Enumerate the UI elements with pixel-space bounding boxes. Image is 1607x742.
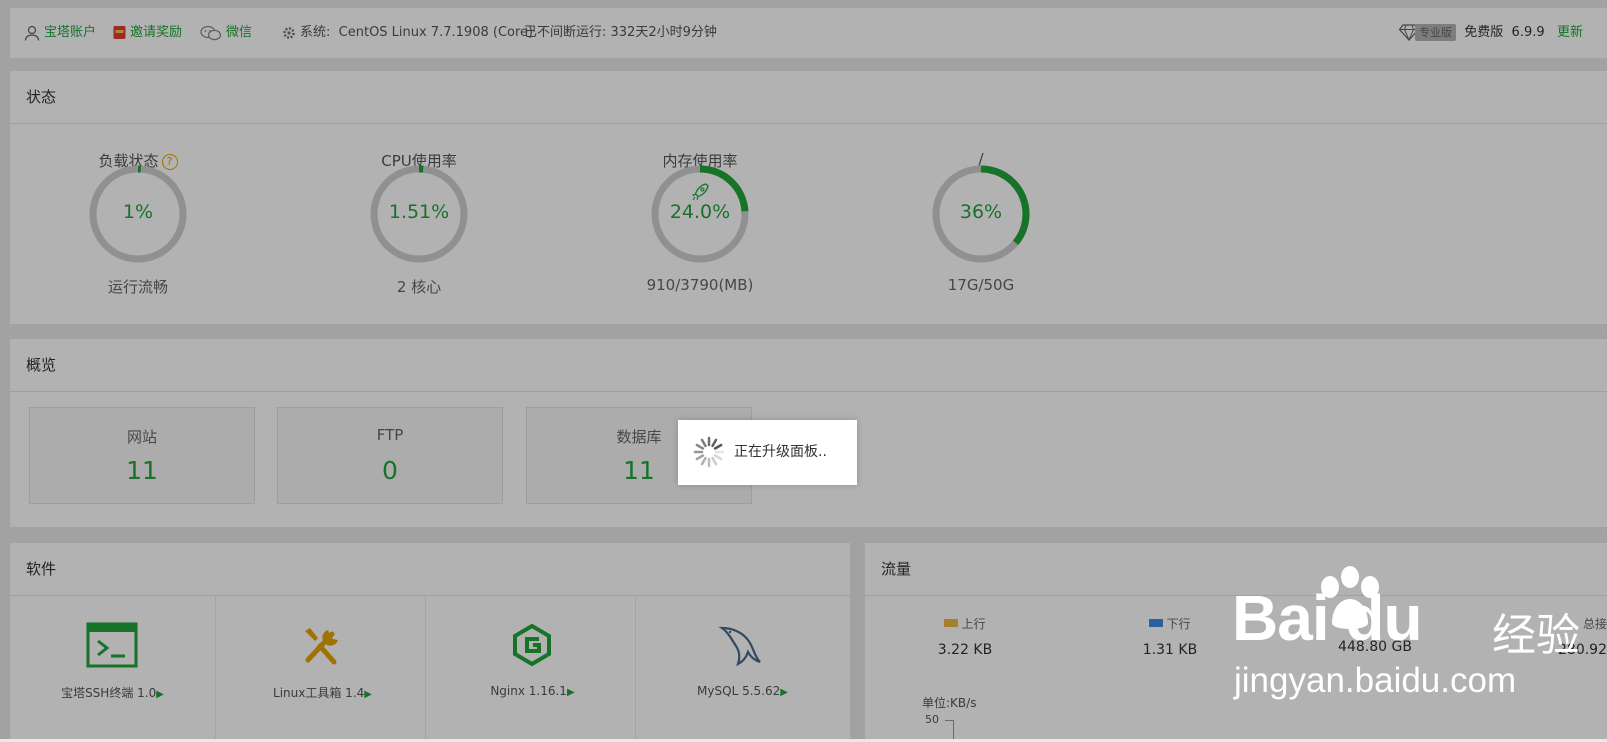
spinner-spoke xyxy=(713,454,723,461)
loading-spinner-icon xyxy=(693,436,725,468)
loading-dialog: 正在升级面板.. xyxy=(678,420,857,485)
loading-text: 正在升级面板.. xyxy=(734,444,827,460)
spinner-spoke xyxy=(711,438,718,448)
spinner-spoke xyxy=(700,438,707,448)
modal-overlay xyxy=(0,0,1607,739)
spinner-spoke xyxy=(695,454,705,461)
spinner-spoke xyxy=(711,456,718,466)
spinner-spoke xyxy=(713,443,723,450)
spinner-spoke xyxy=(700,456,707,466)
spinner-spoke xyxy=(695,443,705,450)
